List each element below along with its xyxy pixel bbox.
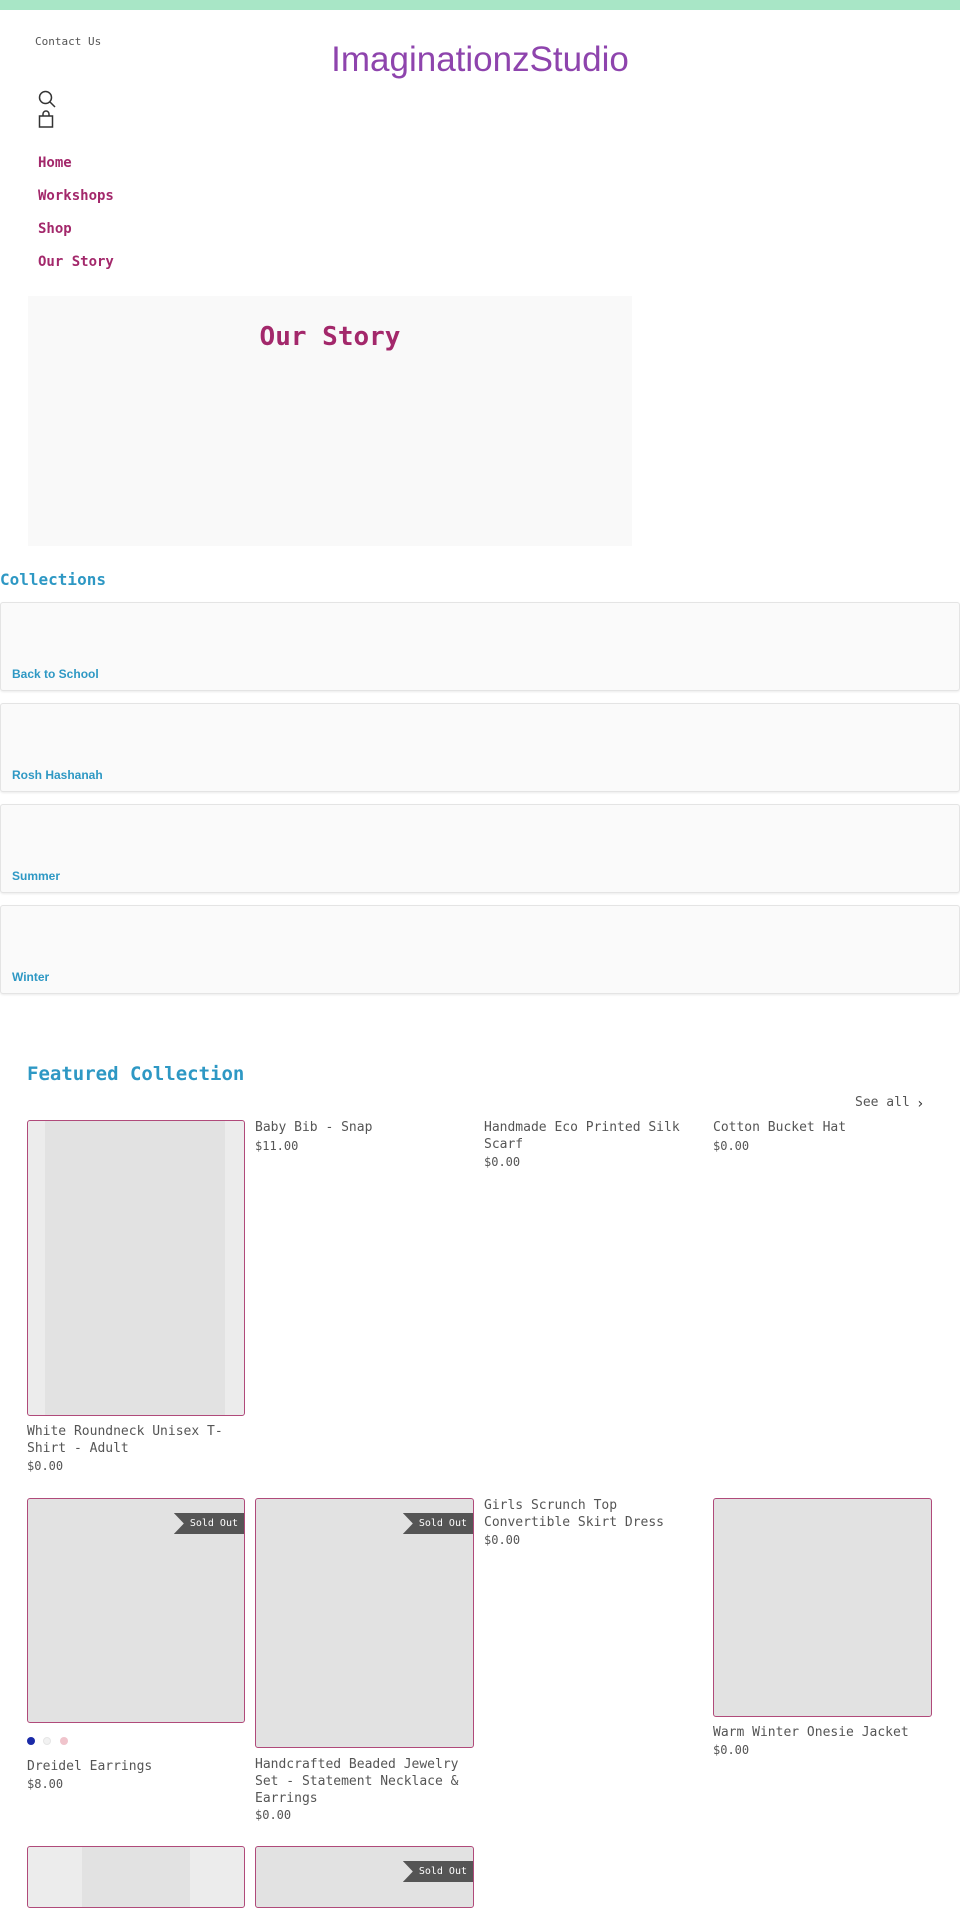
product-title[interactable]: White Roundneck Unisex T-Shirt - Adult <box>27 1423 245 1457</box>
announcement-bar <box>0 0 960 10</box>
collection-title: Back to School <box>12 667 99 681</box>
sold-out-badge: Sold Out <box>173 1513 244 1534</box>
see-all-link[interactable]: See all <box>855 1095 910 1110</box>
product-price: $0.00 <box>484 1155 521 1169</box>
collections-heading: Collections <box>0 570 106 589</box>
store-logo[interactable]: ImaginationzStudio <box>0 40 960 80</box>
sold-out-badge: Sold Out <box>402 1861 473 1882</box>
shopping-bag-icon[interactable] <box>38 110 60 130</box>
collection-card-back-to-school[interactable]: Back to School <box>0 602 960 691</box>
chevron-right-icon[interactable]: › <box>916 1096 924 1112</box>
product-price: $0.00 <box>484 1533 521 1547</box>
product-image-white-tshirt[interactable] <box>27 1120 245 1416</box>
color-swatch[interactable] <box>27 1737 35 1745</box>
featured-collection-heading: Featured Collection <box>27 1063 245 1085</box>
color-swatch[interactable] <box>60 1737 68 1745</box>
search-icon[interactable] <box>38 90 60 110</box>
nav-item-shop[interactable]: Shop <box>38 221 114 254</box>
nav-item-workshops[interactable]: Workshops <box>38 188 114 221</box>
product-title[interactable]: Warm Winter Onesie Jacket <box>713 1724 931 1741</box>
nav-item-our-story[interactable]: Our Story <box>38 254 114 287</box>
color-swatch[interactable] <box>43 1737 51 1745</box>
product-title[interactable]: Dreidel Earrings <box>27 1758 245 1775</box>
collection-card-winter[interactable]: Winter <box>0 905 960 994</box>
nav-item-home[interactable]: Home <box>38 155 114 188</box>
product-image-beaded-jewelry-set[interactable]: Sold Out <box>255 1498 474 1748</box>
collection-card-summer[interactable]: Summer <box>0 804 960 893</box>
sold-out-badge: Sold Out <box>402 1513 473 1534</box>
product-price: $8.00 <box>27 1777 64 1791</box>
collection-title: Winter <box>12 970 50 984</box>
product-image[interactable]: Sold Out <box>255 1846 474 1908</box>
collection-title: Summer <box>12 869 61 883</box>
main-navigation: Home Workshops Shop Our Story <box>38 155 114 287</box>
product-price: $0.00 <box>713 1139 750 1153</box>
product-price: $0.00 <box>255 1808 292 1822</box>
collection-title: Rosh Hashanah <box>12 768 103 782</box>
product-image[interactable] <box>27 1846 245 1908</box>
product-title[interactable]: Handmade Eco Printed Silk Scarf <box>484 1119 702 1153</box>
product-image-winter-onesie[interactable] <box>713 1498 932 1717</box>
collection-card-rosh-hashanah[interactable]: Rosh Hashanah <box>0 703 960 792</box>
product-title[interactable]: Handcrafted Beaded Jewelry Set - Stateme… <box>255 1756 473 1807</box>
product-price: $0.00 <box>27 1459 64 1473</box>
product-price: $0.00 <box>713 1743 750 1757</box>
product-price: $11.00 <box>255 1139 299 1153</box>
hero-banner: Our Story <box>28 296 632 546</box>
product-title[interactable]: Baby Bib - Snap <box>255 1119 473 1136</box>
product-image-dreidel-earrings[interactable]: Sold Out <box>27 1498 245 1723</box>
product-title[interactable]: Cotton Bucket Hat <box>713 1119 931 1136</box>
product-title[interactable]: Girls Scrunch Top Convertible Skirt Dres… <box>484 1497 702 1531</box>
hero-title: Our Story <box>259 322 401 352</box>
